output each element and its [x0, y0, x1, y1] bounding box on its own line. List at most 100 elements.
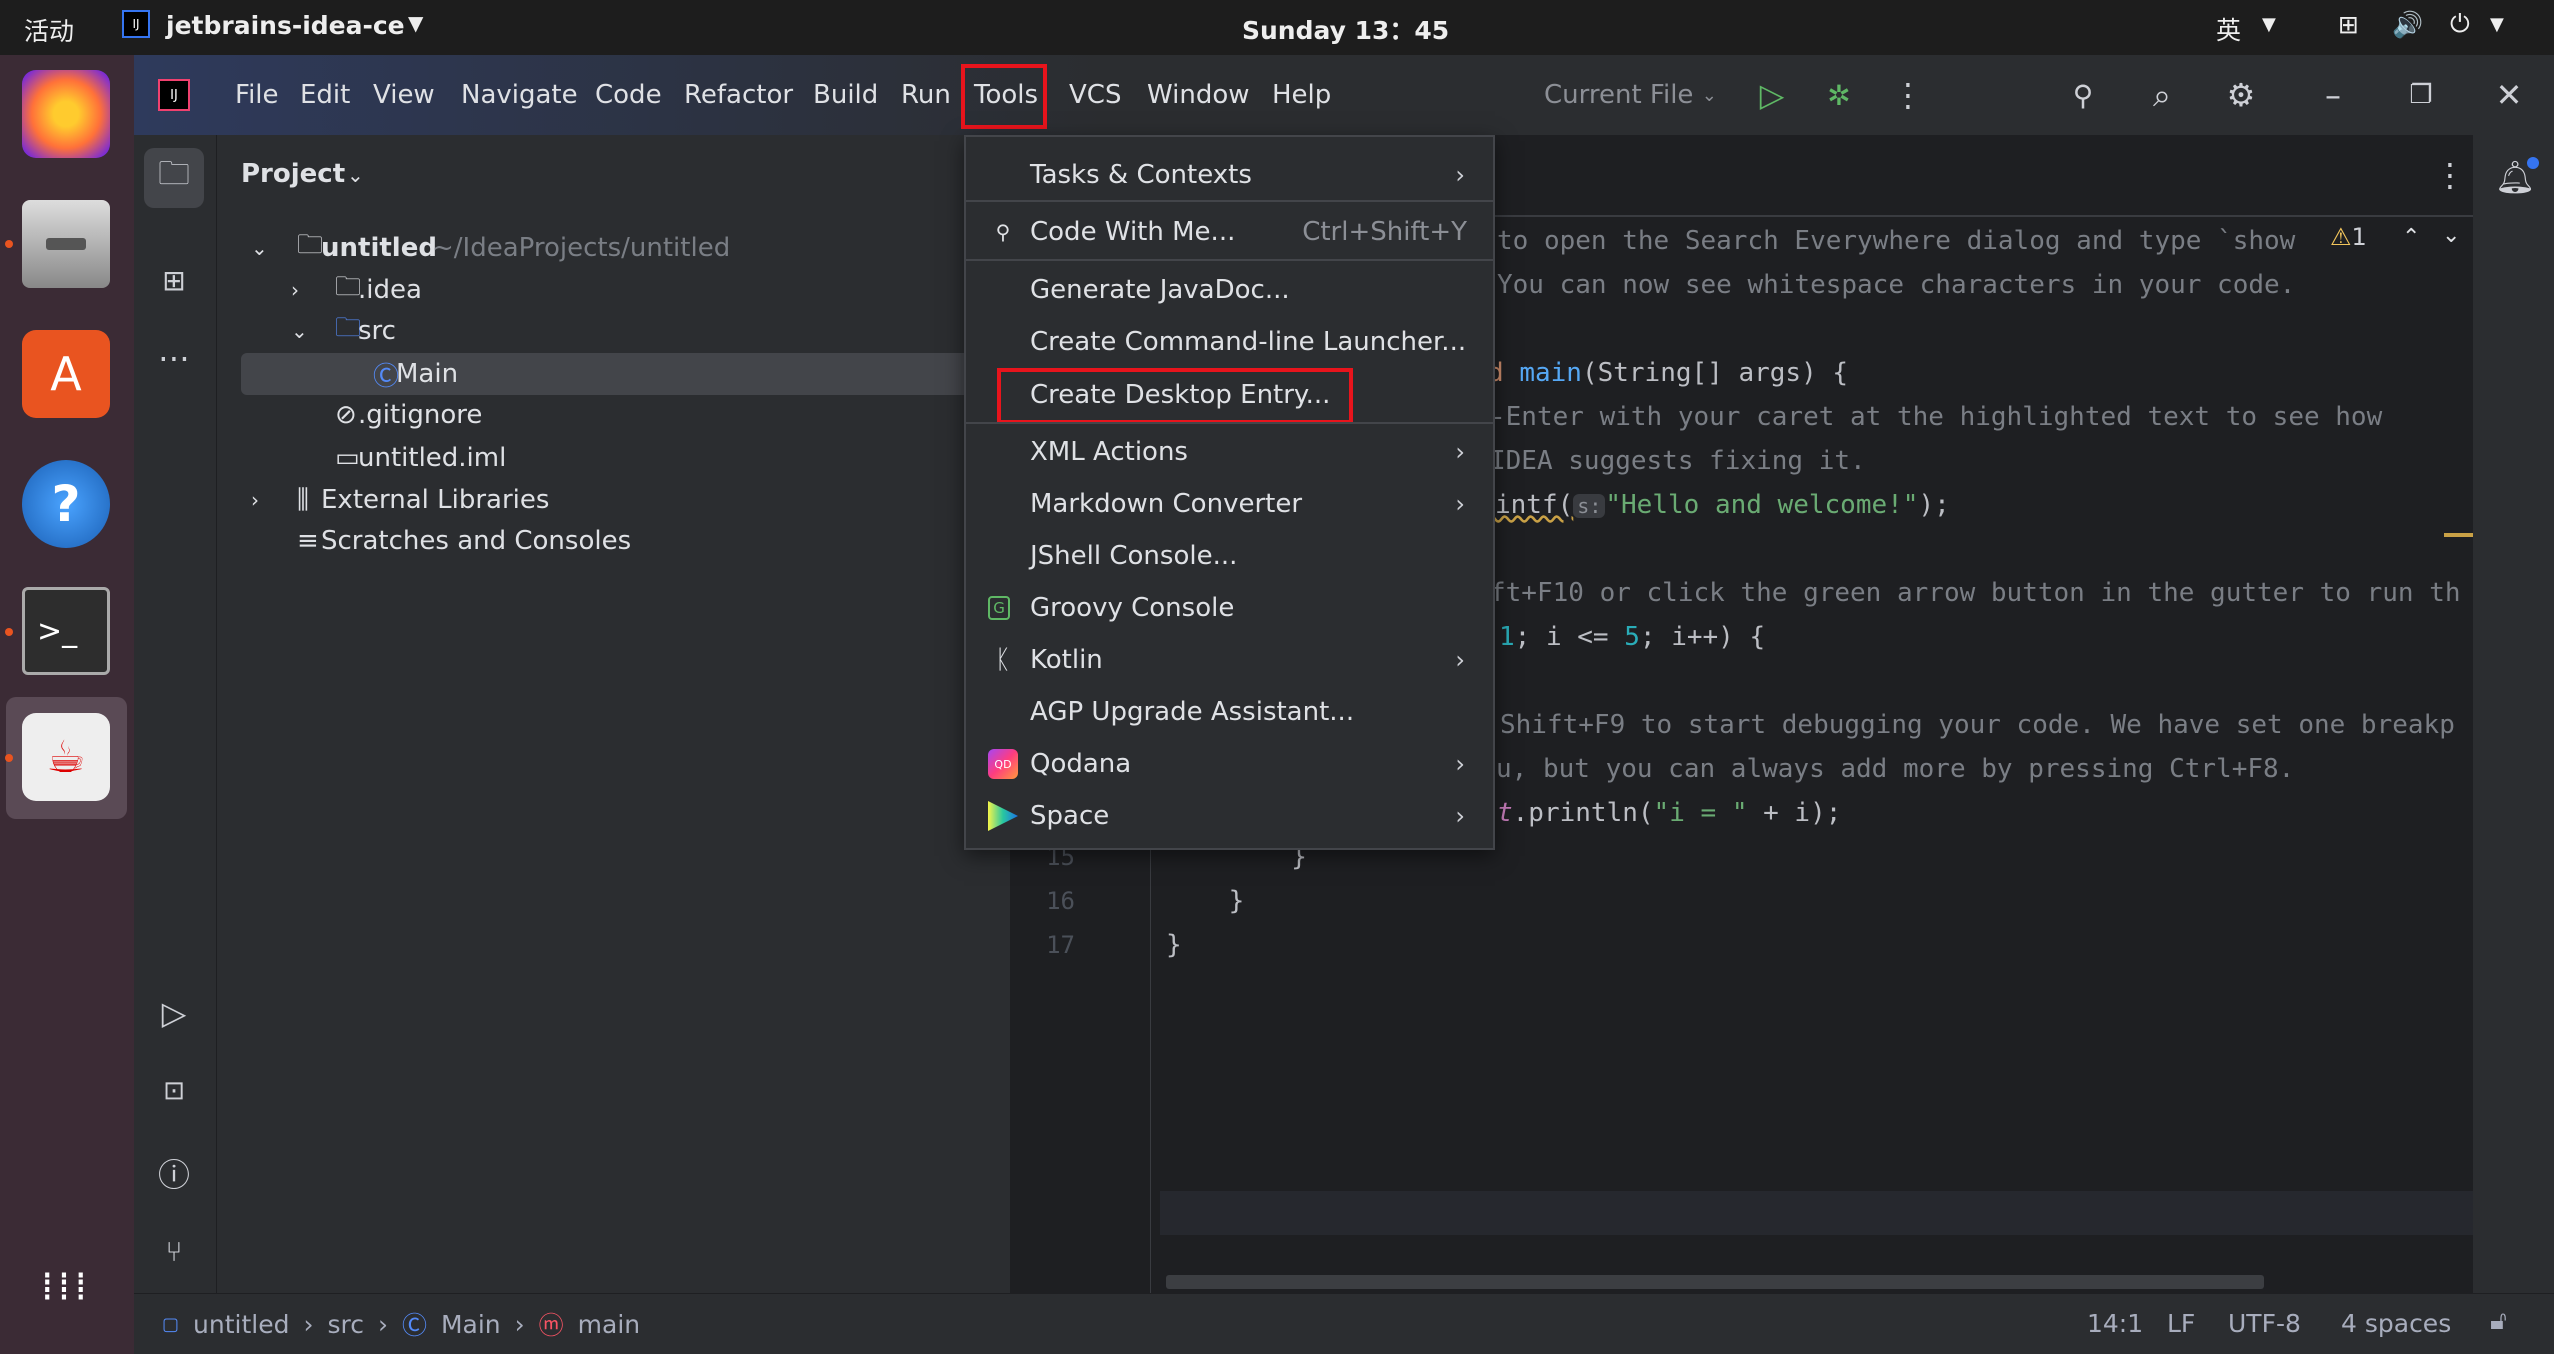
clock[interactable]: Sunday 13：45: [1242, 11, 1449, 47]
tools-highlight-box: [961, 64, 1047, 129]
horizontal-scrollbar[interactable]: [1166, 1275, 2264, 1289]
search-icon[interactable]: ⌕: [2142, 75, 2182, 115]
show-apps-grid-icon[interactable]: ⁞⁞⁞: [22, 1243, 110, 1331]
caret-position[interactable]: 14:1: [2087, 1309, 2143, 1338]
app-menu[interactable]: jetbrains-idea-ce: [166, 11, 405, 40]
menu-item-space[interactable]: Space ›: [966, 791, 1493, 841]
menu-item-jshell-console[interactable]: JShell Console...: [966, 531, 1493, 581]
menu-item-code-with-me[interactable]: ⚲ Code With Me... Ctrl+Shift+Y: [966, 207, 1493, 257]
tree-item-untitled-iml[interactable]: ▭ untitled.iml: [241, 437, 1010, 479]
menu-item-label: Kotlin: [1030, 645, 1103, 675]
debug-icon[interactable]: ✲: [1819, 75, 1859, 115]
software-icon[interactable]: A: [22, 330, 110, 418]
menu-item-xml-actions[interactable]: XML Actions ›: [966, 427, 1493, 477]
running-indicator: [5, 628, 13, 636]
menu-item-create-command-line-launcher[interactable]: Create Command-line Launcher...: [966, 317, 1493, 367]
menu-build[interactable]: Build: [813, 55, 878, 135]
tree-item-untitled[interactable]: ⌄ 🗀 untitled ~/IdeaProjects/untitled: [241, 227, 1010, 269]
terminal-icon[interactable]: >_: [22, 587, 110, 675]
breadcrumb-item[interactable]: Main: [441, 1310, 501, 1339]
breadcrumb-item[interactable]: src: [327, 1310, 364, 1339]
chevron-down-icon[interactable]: ⌄: [2442, 223, 2460, 248]
problems-icon[interactable]: ⓘ: [144, 1143, 204, 1203]
menu-vcs[interactable]: VCS: [1069, 55, 1121, 135]
help-icon[interactable]: ?: [22, 460, 110, 548]
code-token: t: [1497, 798, 1513, 828]
activities-button[interactable]: 活动: [24, 12, 74, 48]
chevron-down-icon[interactable]: ⌄: [291, 319, 308, 343]
run-config-label: Current File: [1544, 80, 1694, 110]
chevron-up-icon[interactable]: ⌃: [2402, 225, 2420, 250]
menu-file[interactable]: File: [235, 55, 279, 135]
more-icon[interactable]: ⋮: [1888, 75, 1928, 115]
menu-item-qodana[interactable]: QD Qodana ›: [966, 739, 1493, 789]
tools-menu: Tasks & Contexts › ⚲ Code With Me... Ctrl+S…: [964, 135, 1495, 850]
menu-window[interactable]: Window: [1147, 55, 1250, 135]
menu-item-groovy-console[interactable]: G Groovy Console: [966, 583, 1493, 633]
tree-item-main[interactable]: Ⓒ Main: [241, 353, 1010, 395]
warning-icon[interactable]: ⚠1: [2330, 223, 2367, 251]
menu-code[interactable]: Code: [595, 55, 662, 135]
menu-item-kotlin[interactable]: ᛕ Kotlin ›: [966, 635, 1493, 685]
project-panel-title[interactable]: Project: [241, 159, 345, 189]
minimize-icon[interactable]: –: [2313, 75, 2353, 115]
close-icon[interactable]: ✕: [2489, 75, 2529, 115]
menu-navigate[interactable]: Navigate: [461, 55, 578, 135]
menu-refactor[interactable]: Refactor: [684, 55, 793, 135]
menu-run[interactable]: Run: [901, 55, 951, 135]
structure-icon[interactable]: ⊞: [144, 250, 204, 310]
menu-edit[interactable]: Edit: [300, 55, 350, 135]
menu-item-label: AGP Upgrade Assistant...: [1030, 697, 1355, 727]
chevron-down-icon[interactable]: ⌄: [251, 236, 268, 260]
chevron-right-icon[interactable]: ›: [251, 488, 259, 512]
breadcrumb-item[interactable]: main: [578, 1310, 640, 1339]
restore-icon[interactable]: ❐: [2401, 75, 2441, 115]
code-line-14: t.println("i = " + i);: [1497, 791, 1841, 835]
input-method-indicator[interactable]: 英: [2216, 11, 2241, 47]
tree-item-gitignore[interactable]: ⊘ .gitignore: [241, 394, 1010, 436]
power-icon[interactable]: ⏻: [2450, 9, 2470, 39]
project-folder-icon[interactable]: 🗀: [144, 148, 204, 208]
menu-item-tasks-contexts[interactable]: Tasks & Contexts ›: [966, 150, 1493, 200]
code-line-6: IDEA suggests fixing it.: [1490, 446, 1866, 476]
volume-icon[interactable]: 🔊: [2392, 10, 2423, 40]
code-with-me-icon: ⚲: [995, 220, 1011, 244]
breadcrumb: ▢ untitled › src › Ⓒ Main › ⓜ main: [162, 1294, 640, 1354]
file-encoding[interactable]: UTF-8: [2228, 1309, 2301, 1338]
add-user-icon[interactable]: ⚲: [2063, 75, 2103, 115]
more-tools-icon[interactable]: ⋯: [144, 328, 204, 388]
kotlin-icon: ᛕ: [995, 645, 1011, 675]
menu-item-agp-upgrade-assistant[interactable]: AGP Upgrade Assistant...: [966, 687, 1493, 737]
menu-item-generate-javadoc[interactable]: Generate JavaDoc...: [966, 265, 1493, 315]
parameter-hint: s:: [1573, 494, 1606, 518]
intellij-idea-icon[interactable]: ☕: [22, 713, 110, 801]
code-line-16: }: [1166, 886, 1245, 916]
dock: A ? >_ ☕ ⁞⁞⁞: [0, 55, 134, 1354]
git-icon[interactable]: ⑂: [144, 1221, 204, 1281]
menu-view[interactable]: View: [373, 55, 435, 135]
tree-item-idea[interactable]: › 🗀 .idea: [241, 269, 1010, 311]
run-icon[interactable]: ▷: [1752, 75, 1792, 115]
firefox-icon[interactable]: [22, 70, 110, 158]
run-config-selector[interactable]: Current File ⌄: [1544, 55, 1717, 135]
chevron-right-icon[interactable]: ›: [291, 278, 299, 302]
lock-open-icon[interactable]: 🔓︎: [2490, 1306, 2507, 1337]
tree-item-scratches[interactable]: ≡ Scratches and Consoles: [241, 520, 1010, 562]
code-line-10: 1; i <= 5; i++) {: [1499, 615, 1765, 659]
tree-item-src[interactable]: ⌄ 🗀 src: [241, 310, 1010, 352]
breadcrumb-item[interactable]: untitled: [193, 1310, 289, 1339]
indent-setting[interactable]: 4 spaces: [2341, 1309, 2451, 1338]
more-icon[interactable]: ⋮: [2430, 155, 2470, 195]
line-number: 17: [1046, 931, 1075, 959]
terminal-tool-icon[interactable]: ⊡: [144, 1061, 204, 1121]
menu-help[interactable]: Help: [1272, 55, 1331, 135]
network-icon[interactable]: ⊞: [2338, 10, 2359, 39]
groovy-icon: G: [988, 596, 1010, 620]
menu-item-label: Code With Me...: [1030, 217, 1236, 247]
tree-item-external-libraries[interactable]: › ⫼ External Libraries: [241, 479, 1010, 521]
files-icon[interactable]: [22, 200, 110, 288]
menu-item-markdown-converter[interactable]: Markdown Converter ›: [966, 479, 1493, 529]
line-separator[interactable]: LF: [2167, 1309, 2195, 1338]
run-tool-icon[interactable]: ▷: [144, 983, 204, 1043]
gear-icon[interactable]: ⚙: [2221, 75, 2261, 115]
